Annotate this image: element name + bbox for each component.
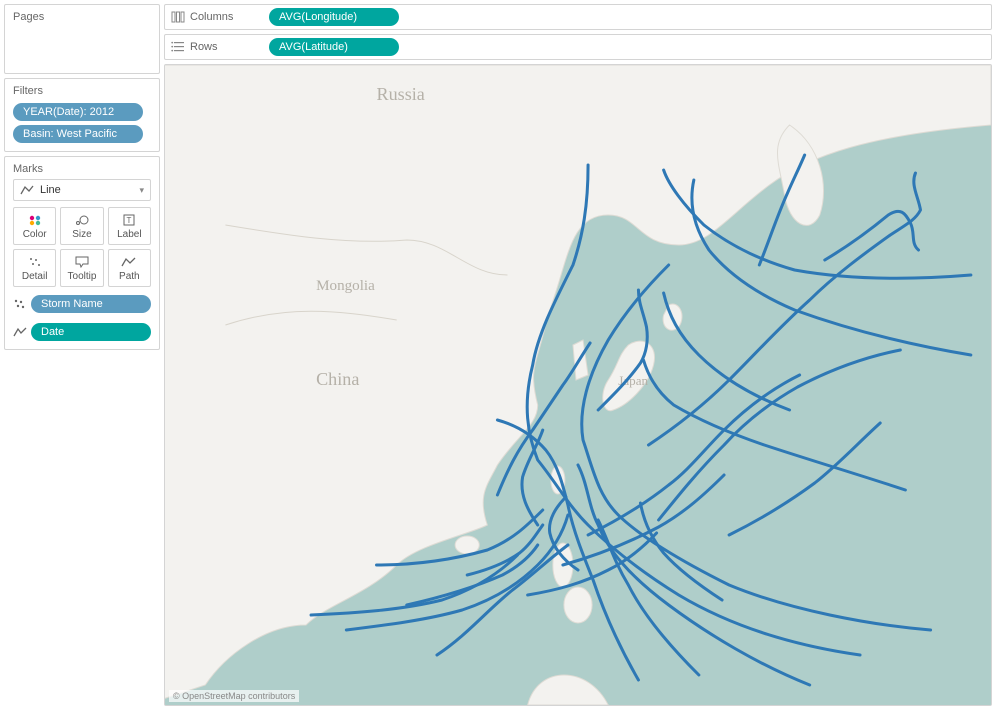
mark-assigned-detail[interactable]: Storm Name	[13, 293, 151, 315]
map-view[interactable]: Russia Mongolia China Japan	[164, 64, 992, 706]
mark-path-label: Path	[119, 271, 140, 282]
mark-assigned-path[interactable]: Date	[13, 321, 151, 343]
path-icon	[121, 255, 137, 269]
filters-card: Filters YEAR(Date): 2012 Basin: West Pac…	[4, 78, 160, 152]
size-icon	[74, 213, 90, 227]
pages-card: Pages	[4, 4, 160, 74]
path-icon	[13, 325, 27, 339]
assigned-pill-date[interactable]: Date	[31, 323, 151, 341]
columns-label: Columns	[190, 11, 233, 23]
columns-pill[interactable]: AVG(Longitude)	[269, 8, 399, 26]
rows-icon	[171, 41, 185, 53]
mark-color-label: Color	[23, 229, 47, 240]
color-icon	[27, 213, 43, 227]
chevron-down-icon: ▾	[139, 185, 144, 196]
mark-path-button[interactable]: Path	[108, 249, 151, 287]
mark-label-button[interactable]: T Label	[108, 207, 151, 245]
map-attribution: © OpenStreetMap contributors	[169, 690, 299, 702]
mark-label-label: Label	[117, 229, 141, 240]
pages-title: Pages	[13, 11, 151, 23]
detail-icon	[13, 297, 27, 311]
map-label-china: China	[316, 369, 359, 389]
filters-title: Filters	[13, 85, 151, 97]
mark-size-label: Size	[72, 229, 91, 240]
mark-tooltip-button[interactable]: Tooltip	[60, 249, 103, 287]
map-label-russia: Russia	[377, 84, 425, 104]
marks-title: Marks	[13, 163, 151, 175]
svg-text:T: T	[127, 216, 132, 225]
rows-label: Rows	[190, 41, 218, 53]
mark-type-label: Line	[40, 184, 61, 196]
mark-detail-button[interactable]: Detail	[13, 249, 56, 287]
mark-tooltip-label: Tooltip	[68, 271, 97, 282]
map-label-mongolia: Mongolia	[316, 278, 375, 294]
mark-color-button[interactable]: Color	[13, 207, 56, 245]
rows-pill[interactable]: AVG(Latitude)	[269, 38, 399, 56]
mark-detail-label: Detail	[22, 271, 48, 282]
assigned-pill-stormname[interactable]: Storm Name	[31, 295, 151, 313]
filter-pill-basin[interactable]: Basin: West Pacific	[13, 125, 143, 143]
detail-icon	[27, 255, 43, 269]
columns-shelf[interactable]: Columns AVG(Longitude)	[164, 4, 992, 30]
map-svg: Russia Mongolia China Japan	[165, 65, 991, 705]
line-icon	[20, 184, 34, 196]
rows-shelf[interactable]: Rows AVG(Latitude)	[164, 34, 992, 60]
filter-pill-year[interactable]: YEAR(Date): 2012	[13, 103, 143, 121]
columns-icon	[171, 11, 185, 23]
marks-card: Marks Line ▾ Color Size T	[4, 156, 160, 350]
mark-type-dropdown[interactable]: Line ▾	[13, 179, 151, 201]
tooltip-icon	[74, 255, 90, 269]
mark-size-button[interactable]: Size	[60, 207, 103, 245]
label-icon: T	[121, 213, 137, 227]
